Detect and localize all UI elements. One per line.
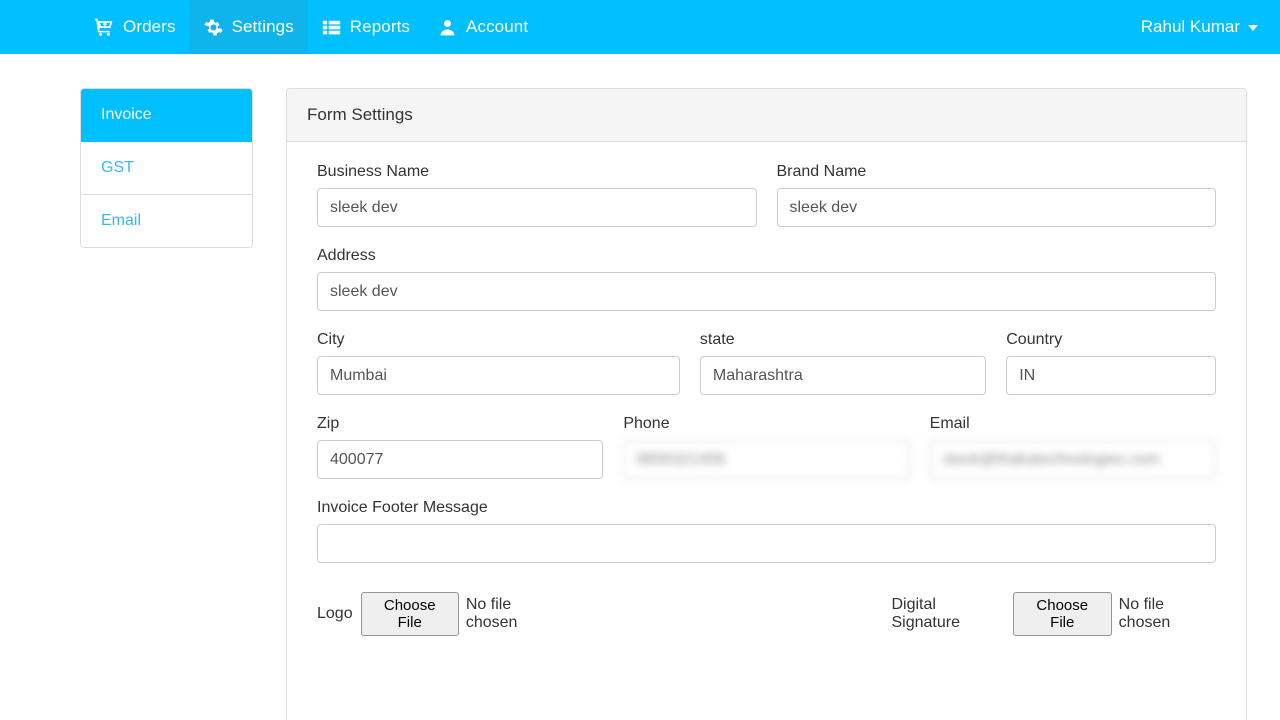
country-input[interactable] [1006, 356, 1216, 395]
field-email: Email [920, 414, 1226, 479]
state-label: state [699, 331, 735, 348]
business-name-input[interactable] [317, 188, 757, 227]
zip-label: Zip [317, 415, 340, 432]
city-input[interactable] [317, 356, 680, 395]
zip-input[interactable] [317, 440, 604, 479]
digital-signature-label: Digital Signature [891, 596, 960, 631]
invoice-footer-label: Invoice Footer Message [317, 499, 488, 516]
field-zip: Zip [307, 414, 613, 479]
sidebar-item-email[interactable]: Email [81, 195, 252, 247]
field-invoice-footer: Invoice Footer Message [307, 498, 1226, 563]
form-settings-form: Business Name Brand Name Address [287, 142, 1246, 656]
user-menu-button[interactable]: Rahul Kumar [1141, 17, 1258, 37]
sidebar-item-label: Invoice [101, 106, 152, 123]
logo-choose-file-button[interactable]: Choose File [360, 592, 459, 636]
navbar-items: Orders Settings Reports Account [80, 0, 542, 54]
field-digital-signature-upload: Digital Signature Choose File No file ch… [891, 592, 1216, 636]
sidebar-list-group: Invoice GST Email [80, 88, 253, 248]
field-city: City [307, 330, 690, 395]
digital-signature-choose-file-button[interactable]: Choose File [1012, 592, 1112, 636]
logo-label: Logo [317, 605, 353, 622]
nav-item-label: Orders [123, 17, 176, 36]
country-label: Country [1006, 331, 1063, 348]
shopping-cart-plus-icon [94, 17, 114, 37]
nav-item-orders[interactable]: Orders [80, 0, 190, 54]
email-input[interactable] [929, 440, 1216, 479]
city-label: City [317, 331, 345, 348]
form-settings-panel: Form Settings Business Name Brand Name [286, 88, 1247, 720]
nav-item-account[interactable]: Account [424, 0, 542, 54]
caret-down-icon [1248, 25, 1258, 31]
page-body: Invoice GST Email Form Settings Business… [0, 54, 1280, 720]
nav-item-label: Reports [349, 17, 411, 36]
nav-item-label: Account [466, 17, 529, 36]
field-brand-name: Brand Name [767, 162, 1227, 227]
settings-content: Form Settings Business Name Brand Name [286, 88, 1247, 720]
th-list-icon [322, 18, 341, 37]
panel-title: Form Settings [287, 89, 1246, 142]
form-row-contact: Zip Phone Email [307, 414, 1226, 493]
address-label: Address [317, 247, 376, 264]
form-row-uploads: Logo Choose File No file chosen Digital … [307, 582, 1226, 636]
sidebar-item-label: GST [101, 159, 134, 176]
field-state: state [690, 330, 996, 395]
user-name-label: Rahul Kumar [1140, 17, 1240, 36]
field-logo-upload: Logo Choose File No file chosen [317, 592, 562, 636]
form-row-names: Business Name Brand Name [307, 162, 1226, 241]
brand-name-label: Brand Name [776, 163, 867, 180]
business-name-label: Business Name [317, 163, 430, 180]
nav-item-settings[interactable]: Settings [189, 0, 308, 54]
email-label: Email [929, 415, 970, 432]
form-row-location: City state Country [307, 330, 1226, 409]
field-business-name: Business Name [307, 162, 767, 227]
digital-signature-file-status: No file chosen [1118, 596, 1171, 631]
field-phone: Phone [613, 414, 919, 479]
invoice-footer-input[interactable] [317, 524, 1216, 563]
settings-sidebar: Invoice GST Email [80, 88, 253, 720]
state-input[interactable] [699, 356, 987, 395]
form-row-footer-message: Invoice Footer Message [307, 498, 1226, 577]
digital-signature-file-input[interactable]: Choose File No file chosen [1012, 592, 1216, 636]
logo-file-input[interactable]: Choose File No file chosen [360, 592, 563, 636]
field-country: Country [996, 330, 1226, 395]
form-row-address: Address [307, 246, 1226, 325]
user-icon [438, 18, 457, 37]
top-navbar: Orders Settings Reports Account Rahul Ku… [0, 0, 1280, 54]
gear-icon [203, 18, 223, 37]
navbar-right: Rahul Kumar [1141, 0, 1280, 54]
phone-input[interactable] [623, 440, 910, 479]
sidebar-item-invoice[interactable]: Invoice [81, 89, 252, 142]
logo-file-status: No file chosen [465, 596, 518, 631]
nav-item-label: Settings [231, 17, 294, 36]
sidebar-item-gst[interactable]: GST [81, 142, 252, 195]
brand-name-input[interactable] [776, 188, 1216, 227]
field-address: Address [307, 246, 1226, 311]
address-input[interactable] [317, 272, 1216, 311]
phone-label: Phone [623, 415, 670, 432]
nav-item-reports[interactable]: Reports [308, 0, 424, 54]
sidebar-item-label: Email [101, 212, 142, 229]
